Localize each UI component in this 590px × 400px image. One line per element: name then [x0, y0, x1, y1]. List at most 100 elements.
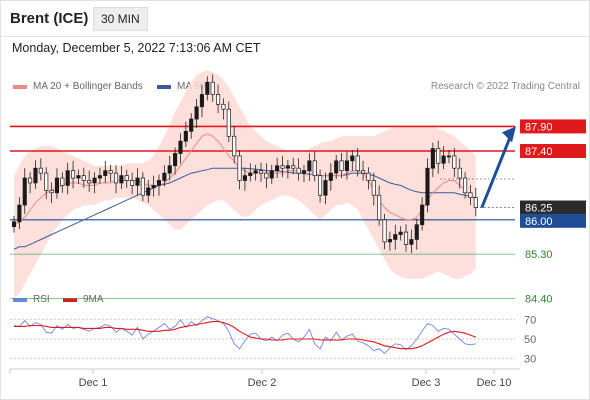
- price-chart: 87.90 87.40 86.2586.00 85.30 84.40 70 50 30 Dec …: [9, 69, 586, 389]
- bull-candle: [441, 155, 446, 164]
- bull-candle: [334, 160, 339, 174]
- bull-candle: [151, 185, 156, 189]
- bear-candle: [221, 103, 226, 110]
- x-tick-label: Dec 3: [412, 377, 441, 389]
- bear-candle: [258, 170, 264, 174]
- bear-candle: [124, 175, 129, 181]
- bear-candle: [237, 155, 242, 181]
- bull-candle: [393, 234, 398, 240]
- bull-candle: [242, 175, 247, 181]
- bull-candle: [76, 175, 81, 179]
- bear-candle: [377, 194, 382, 221]
- bear-candle: [130, 180, 135, 186]
- bear-candle: [296, 167, 301, 174]
- bull-candle: [307, 160, 312, 172]
- bull-candle: [328, 172, 333, 181]
- bull-candle: [275, 165, 280, 172]
- bull-candle: [178, 140, 183, 154]
- bull-candle: [119, 175, 124, 184]
- bull-candle: [253, 170, 258, 174]
- bear-candle: [318, 175, 323, 196]
- projection-arrow-icon: [480, 136, 512, 209]
- bull-candle: [323, 180, 328, 196]
- bull-candle: [387, 239, 392, 243]
- bull-candle: [11, 221, 17, 228]
- bear-candle: [280, 165, 285, 169]
- bull-candle: [425, 167, 430, 206]
- bull-candle: [146, 187, 151, 196]
- bull-candle: [199, 94, 205, 108]
- rsi-ma-line: [14, 321, 476, 350]
- last-price-label: 86.25: [525, 203, 553, 215]
- bull-candle: [97, 175, 102, 179]
- bull-candle: [350, 155, 355, 162]
- bear-candle: [38, 167, 43, 174]
- bear-candle: [473, 197, 478, 208]
- bull-candle: [344, 160, 349, 172]
- bull-candle: [430, 148, 435, 169]
- x-tick-label: Dec 10: [477, 377, 512, 389]
- bull-candle: [92, 177, 97, 184]
- bear-candle: [44, 172, 49, 191]
- bear-candle: [28, 177, 33, 184]
- bear-candle: [468, 192, 473, 199]
- bull-candle: [285, 165, 290, 169]
- bear-candle: [108, 170, 113, 174]
- bull-candle: [269, 170, 274, 179]
- bull-candle: [33, 167, 38, 184]
- rsi-line: [13, 316, 476, 355]
- bull-candle: [414, 224, 419, 240]
- bull-candle: [173, 153, 178, 167]
- bull-candle: [65, 170, 70, 186]
- support-label: 85.30: [525, 249, 553, 261]
- bull-candle: [162, 172, 167, 181]
- bear-candle: [382, 219, 387, 243]
- bear-candle: [264, 172, 269, 179]
- bear-candle: [312, 160, 317, 176]
- bull-candle: [398, 231, 403, 235]
- bear-candle: [60, 177, 65, 186]
- bear-candle: [140, 177, 145, 196]
- bull-candle: [189, 118, 194, 132]
- bear-candle: [226, 108, 231, 137]
- bull-candle: [183, 130, 188, 142]
- bull-candle: [22, 177, 27, 206]
- resistance-label: 87.40: [525, 146, 553, 158]
- x-tick-label: Dec 1: [79, 377, 108, 389]
- bear-candle: [210, 81, 215, 95]
- bull-candle: [446, 155, 452, 158]
- resistance-label: 87.90: [525, 121, 553, 133]
- bear-candle: [232, 135, 237, 157]
- bull-candle: [409, 239, 414, 245]
- bull-candle: [167, 165, 172, 174]
- bear-candle: [216, 94, 221, 105]
- bear-candle: [113, 172, 119, 184]
- bear-candle: [436, 148, 441, 164]
- bear-candle: [457, 167, 462, 179]
- bull-candle: [301, 170, 307, 174]
- bull-candle: [248, 172, 253, 176]
- bull-candle: [103, 170, 108, 176]
- bull-candle: [17, 204, 22, 223]
- bear-candle: [49, 189, 54, 194]
- bear-candle: [81, 175, 86, 181]
- rsi-tick-label: 70: [524, 315, 536, 327]
- bear-candle: [87, 180, 92, 184]
- x-tick-label: Dec 2: [248, 377, 277, 389]
- bull-candle: [420, 204, 425, 226]
- bear-candle: [366, 172, 371, 181]
- bear-candle: [463, 177, 468, 194]
- rsi-tick-label: 50: [524, 334, 536, 346]
- bear-candle: [361, 170, 366, 174]
- bear-candle: [291, 165, 296, 169]
- bear-candle: [452, 155, 457, 169]
- bear-candle: [339, 160, 344, 172]
- pivot-label: 86.00: [525, 216, 553, 228]
- bull-candle: [135, 177, 140, 186]
- bull-candle: [205, 81, 210, 95]
- bear-candle: [71, 170, 76, 179]
- bear-candle: [403, 231, 409, 245]
- bull-candle: [156, 180, 162, 186]
- bear-candle: [371, 180, 376, 196]
- rsi-tick-label: 30: [524, 353, 536, 365]
